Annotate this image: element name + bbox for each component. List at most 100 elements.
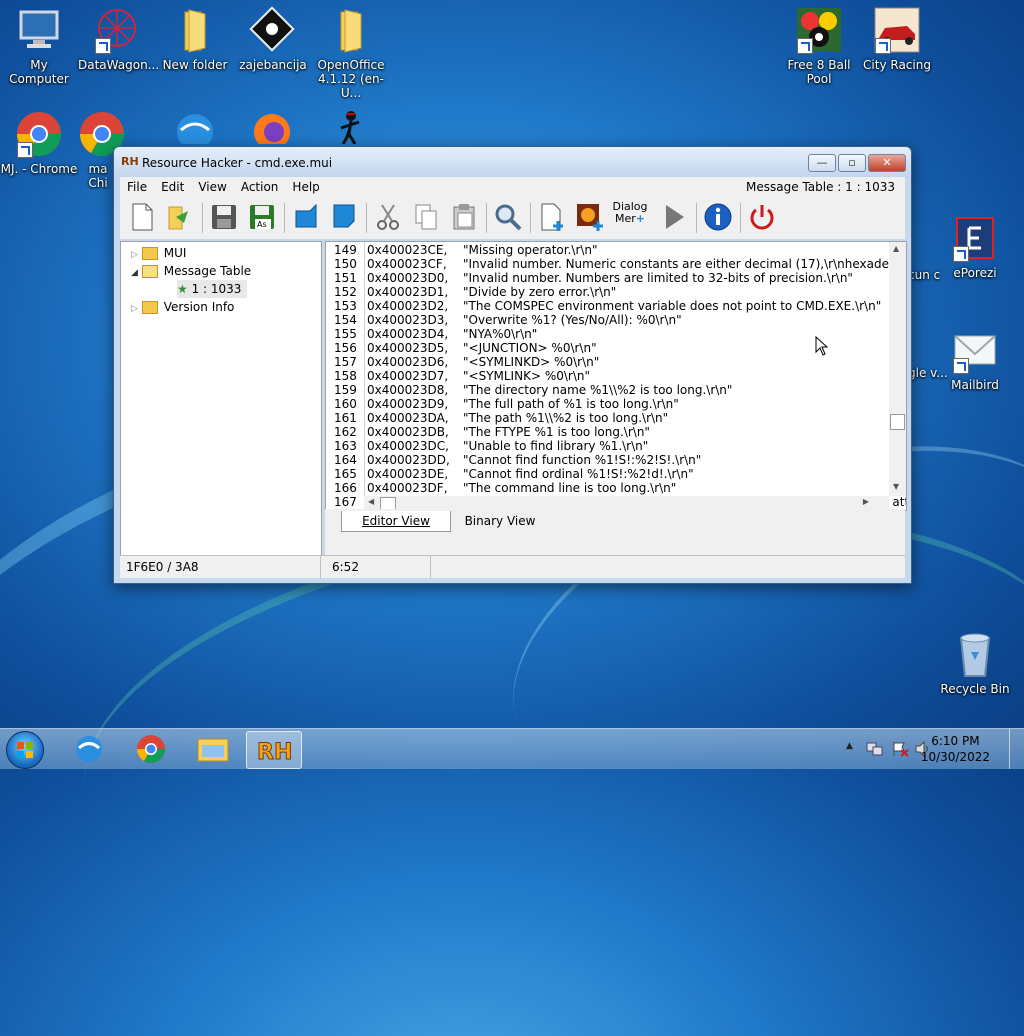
line-number: 157 xyxy=(334,355,357,369)
line-number: 161 xyxy=(334,411,357,425)
window-title: Resource Hacker - cmd.exe.mui xyxy=(142,156,333,170)
taskbar-mail-app[interactable] xyxy=(62,731,116,767)
tree-node-mui[interactable]: ▷ MUI xyxy=(131,244,186,262)
desktop-icon-free-8-ball-pool[interactable]: Free 8 Ball Pool xyxy=(780,6,858,86)
desktop-icon-eporezi[interactable]: ePorezi xyxy=(936,214,1014,280)
back-arrow-icon[interactable] xyxy=(290,201,322,233)
app-logo-icon: RH xyxy=(121,155,139,168)
desktop-icon-firefox[interactable] xyxy=(244,110,300,150)
line-number: 164 xyxy=(334,453,357,467)
desktop-icon-city-racing[interactable]: City Racing xyxy=(858,6,936,72)
taskbar-file-explorer[interactable] xyxy=(186,731,240,767)
vertical-scroll-thumb[interactable] xyxy=(890,414,905,430)
message-id: 0x400023DE, xyxy=(367,467,449,481)
taskbar-chrome[interactable] xyxy=(124,731,178,767)
forward-arrow-icon[interactable] xyxy=(328,201,360,233)
paste-icon[interactable] xyxy=(448,201,480,233)
action-center-flag-icon[interactable] xyxy=(892,741,910,760)
taskbar-resource-hacker[interactable]: RH xyxy=(246,731,302,769)
expand-arrow-icon[interactable]: ▷ xyxy=(131,250,138,260)
line-number: 152 xyxy=(334,285,357,299)
desktop-icon-mj-chrome[interactable]: MJ. - Chrome xyxy=(0,110,78,176)
expand-arrow-icon[interactable]: ▷ xyxy=(131,304,138,314)
tree-node-message-table[interactable]: ◢ Message Table xyxy=(131,262,251,280)
menu-help[interactable]: Help xyxy=(285,177,326,194)
cut-icon[interactable] xyxy=(372,201,404,233)
scroll-up-arrow-icon[interactable]: ▲ xyxy=(893,244,899,253)
menu-edit[interactable]: Edit xyxy=(154,177,191,194)
dialog-merge-button[interactable]: Dialog Mer+ xyxy=(612,201,648,233)
desktop-icon-recycle-bin[interactable]: Recycle Bin xyxy=(936,630,1014,696)
tree-node-1-1033[interactable]: ★ 1 : 1033 xyxy=(177,280,248,298)
message-id: 0x400023D6, xyxy=(367,355,449,369)
message-text: "<SYMLINKD> %0\r\n" xyxy=(463,355,600,369)
run-script-icon[interactable] xyxy=(658,201,690,233)
desktop-icon-label: City Racing xyxy=(863,58,931,72)
tab-editor-view[interactable]: Editor View xyxy=(341,511,451,532)
shortcut-arrow-icon xyxy=(797,38,813,54)
info-icon[interactable] xyxy=(702,201,734,233)
desktop-icon-openoffice[interactable]: OpenOffice 4.1.12 (en-U... xyxy=(312,6,390,100)
script-editor[interactable]: 149 0x400023CE, "Missing operator.\r\n" 150… xyxy=(325,241,907,511)
close-button[interactable]: ✕ xyxy=(868,154,906,172)
folder-icon xyxy=(171,6,219,54)
add-resource-icon[interactable] xyxy=(536,201,568,233)
message-text: "The path %1\\%2 is too long.\r\n" xyxy=(463,411,669,425)
desktop-icon-chrome-2[interactable]: ma Chi xyxy=(78,110,124,190)
open-folder-icon[interactable] xyxy=(164,201,196,233)
title-bar[interactable]: RH Resource Hacker - cmd.exe.mui — ▫ ✕ xyxy=(114,147,911,177)
maximize-button[interactable]: ▫ xyxy=(838,154,866,172)
scroll-right-arrow-icon[interactable]: ▶ xyxy=(863,497,869,506)
line-number: 154 xyxy=(334,313,357,327)
new-file-icon[interactable] xyxy=(126,201,158,233)
line-number: 159 xyxy=(334,383,357,397)
scroll-down-arrow-icon[interactable]: ▼ xyxy=(893,482,899,491)
show-hidden-icons-button[interactable]: ▲ xyxy=(846,741,853,751)
desktop-icon-label: Mailbird xyxy=(951,378,999,392)
vertical-scrollbar[interactable]: ▲ ▼ xyxy=(889,242,906,496)
message-text: "Missing operator.\r\n" xyxy=(463,243,598,257)
toolbar: As Dialog Mer+ xyxy=(120,197,905,239)
desktop-icon-stickman[interactable] xyxy=(330,110,370,148)
desktop-icon-mailbird[interactable]: Mailbird xyxy=(936,326,1014,392)
desktop-icon-zajebancija[interactable]: zajebancija xyxy=(234,6,312,72)
desktop-icon-my-computer[interactable]: My Computer xyxy=(0,6,78,86)
desktop-icon-new-folder[interactable]: New folder xyxy=(156,6,234,72)
network-icon[interactable] xyxy=(866,741,884,760)
copy-icon[interactable] xyxy=(410,201,442,233)
save-as-icon[interactable]: As xyxy=(246,201,278,233)
add-image-icon[interactable] xyxy=(574,201,606,233)
horizontal-scrollbar[interactable]: ◀ ▶ xyxy=(364,496,889,510)
tab-binary-view[interactable]: Binary View xyxy=(455,511,545,531)
resource-info: Message Table : 1 : 1033 xyxy=(746,180,895,194)
menu-view[interactable]: View xyxy=(191,177,233,194)
desktop-icon-mail-app[interactable] xyxy=(170,110,220,150)
svg-text:RH: RH xyxy=(257,740,292,765)
search-icon[interactable] xyxy=(492,201,524,233)
message-id: 0x400023D4, xyxy=(367,327,449,341)
menu-action[interactable]: Action xyxy=(234,177,286,194)
tree-node-version-info[interactable]: ▷ Version Info xyxy=(131,298,234,316)
show-desktop-button[interactable] xyxy=(1009,729,1024,769)
line-number: 166 xyxy=(334,481,357,495)
line-number: 167 xyxy=(334,495,357,509)
start-button[interactable] xyxy=(6,731,44,769)
status-bar: 1F6E0 / 3A8 6:52 xyxy=(120,555,905,578)
desktop-icon-datawagon[interactable]: DataWagon... xyxy=(78,6,159,72)
collapse-arrow-icon[interactable]: ◢ xyxy=(131,268,138,278)
line-number: 156 xyxy=(334,341,357,355)
line-number: 151 xyxy=(334,271,357,285)
message-text: "The full path of %1 is too long.\r\n" xyxy=(463,397,679,411)
shortcut-arrow-icon xyxy=(953,246,969,262)
power-exit-icon[interactable] xyxy=(746,201,778,233)
scroll-left-arrow-icon[interactable]: ◀ xyxy=(368,497,374,506)
minimize-button[interactable]: — xyxy=(808,154,836,172)
stickman-icon xyxy=(335,110,365,145)
menu-file[interactable]: File xyxy=(120,177,154,194)
resource-tree[interactable]: ▷ MUI ◢ Message Table ★ 1 : 1033 ▷ Versi… xyxy=(120,241,322,557)
envelope-icon xyxy=(951,326,999,374)
clock-time: 6:10 PM xyxy=(931,734,980,748)
resource-hacker-window[interactable]: RH Resource Hacker - cmd.exe.mui — ▫ ✕ F… xyxy=(113,146,912,584)
system-clock[interactable]: 6:10 PM 10/30/2022 xyxy=(921,733,990,765)
save-icon[interactable] xyxy=(208,201,240,233)
